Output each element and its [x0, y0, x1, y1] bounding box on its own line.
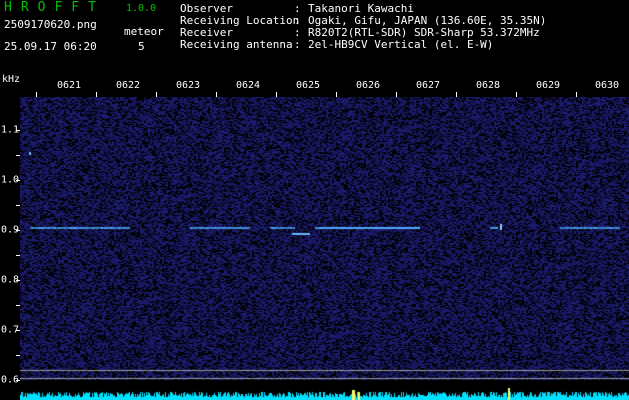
app-version: 1.0.0: [126, 3, 157, 14]
time-tick-label: 0627: [415, 80, 441, 91]
time-tick-label: 0621: [56, 80, 82, 91]
time-tick-label: 0626: [355, 80, 381, 91]
spectrogram-display: [20, 97, 629, 400]
info-label: Receiving antenna: [180, 38, 293, 51]
info-value: 2el-HB9CV Vertical (el. E-W): [308, 38, 494, 51]
time-tick-label: 0629: [535, 80, 561, 91]
time-tick-label: 0625: [295, 80, 321, 91]
info-separator: :: [294, 38, 301, 51]
time-tick-label: 0622: [115, 80, 141, 91]
meteor-label: meteor: [124, 25, 164, 38]
meteor-count: 5: [138, 40, 145, 53]
time-tick-label: 0628: [475, 80, 501, 91]
file-name: 2509170620.png: [4, 18, 97, 31]
info-row-antenna: Receiving antenna : 2el-HB9CV Vertical (…: [180, 39, 546, 51]
time-tick-label: 0624: [235, 80, 261, 91]
time-tick-label: 0630: [594, 80, 620, 91]
frequency-unit-label: kHz: [2, 74, 21, 85]
capture-timestamp: 25.09.17 06:20: [4, 40, 97, 53]
time-tick-label: 0623: [175, 80, 201, 91]
app-title: HROFFT: [4, 0, 105, 15]
station-info: Observer : Takanori Kawachi Receiving Lo…: [180, 3, 546, 51]
